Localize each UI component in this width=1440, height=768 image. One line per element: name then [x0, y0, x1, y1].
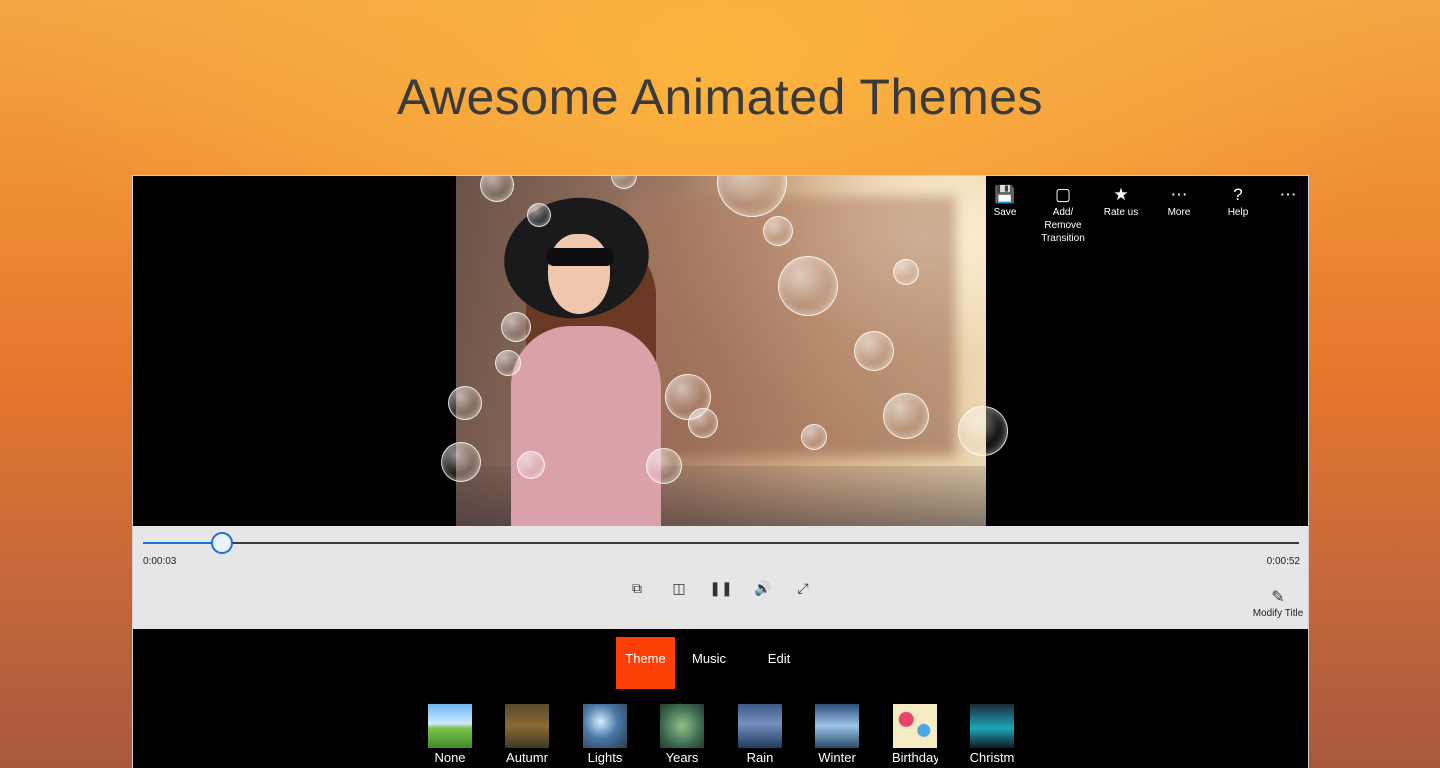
theme-thumbnail — [505, 704, 549, 748]
seek-slider[interactable] — [143, 532, 1299, 554]
theme-autumn[interactable]: Autumr — [504, 704, 550, 765]
bubble — [441, 442, 481, 482]
total-time: 0:00:52 — [1266, 556, 1300, 567]
bubble — [448, 386, 482, 420]
bubble — [646, 448, 682, 484]
bubble — [883, 393, 929, 439]
theme-winter[interactable]: Winter — [814, 704, 860, 765]
cast-icon[interactable]: ⧉ — [625, 576, 649, 600]
save-button[interactable]: 💾 Save — [976, 184, 1034, 219]
more-button[interactable]: ⋯ More — [1150, 184, 1208, 219]
tab-edit[interactable]: Edit — [759, 637, 799, 689]
overflow-icon: ⋯ — [1279, 185, 1297, 204]
bubble — [517, 451, 545, 479]
overflow-menu-button[interactable]: ⋯ — [1259, 184, 1308, 206]
headline: Awesome Animated Themes — [396, 69, 1044, 125]
bubble — [527, 203, 551, 227]
tab-music[interactable]: Music — [685, 637, 733, 689]
square-icon: ▢ — [1054, 185, 1072, 204]
rate-us-button[interactable]: ★ Rate us — [1092, 184, 1150, 219]
tab-theme[interactable]: Theme — [616, 637, 675, 689]
theme-years[interactable]: Years — [659, 704, 705, 765]
theme-none[interactable]: None — [427, 704, 473, 765]
bubble — [688, 408, 718, 438]
save-icon: 💾 — [994, 185, 1016, 204]
bubble — [495, 350, 521, 376]
add-remove-transition-button[interactable]: ▢ Add/ Remove Transition — [1034, 184, 1092, 245]
bubble — [958, 406, 1008, 456]
theme-thumbnail — [583, 704, 627, 748]
pause-icon[interactable]: ❚❚ — [709, 576, 733, 600]
bubble — [778, 256, 838, 316]
theme-rain[interactable]: Rain — [737, 704, 783, 765]
bubble — [801, 424, 827, 450]
bubble — [893, 259, 919, 285]
ellipsis-icon: ⋯ — [1170, 185, 1188, 204]
theme-thumbnail — [738, 704, 782, 748]
theme-thumbnail — [660, 704, 704, 748]
theme-lights[interactable]: Lights — [582, 704, 628, 765]
bubble — [501, 312, 531, 342]
current-time: 0:00:03 — [143, 556, 177, 567]
volume-icon[interactable]: 🔊 — [751, 576, 775, 600]
bubble — [854, 331, 894, 371]
theme-thumbnail — [428, 704, 472, 748]
playback-buttons: ⧉ ◫ ❚❚ 🔊 ⤢ — [625, 576, 815, 600]
star-icon: ★ — [1113, 185, 1129, 204]
fullscreen-icon[interactable]: ⤢ — [791, 576, 815, 600]
theme-panel: Theme Music Edit None Autumr Lights Year… — [133, 629, 1308, 768]
theme-thumbnail — [970, 704, 1014, 748]
theme-christmas[interactable]: Christm — [969, 704, 1015, 765]
theme-birthday[interactable]: Birthday — [892, 704, 938, 765]
app-window: 💾 Save ▢ Add/ Remove Transition ★ Rate u… — [132, 175, 1309, 768]
app-toolbar: 💾 Save ▢ Add/ Remove Transition ★ Rate u… — [988, 180, 1308, 260]
seek-thumb[interactable] — [210, 532, 233, 554]
modify-title-button[interactable]: ✎ Modify Title — [1248, 588, 1308, 619]
bubble — [763, 216, 793, 246]
pencil-icon: ✎ — [1271, 589, 1285, 606]
player-controls: 0:00:03 0:00:52 ⧉ ◫ ❚❚ 🔊 ⤢ ✎ Modify Titl… — [133, 526, 1308, 629]
theme-thumbnail — [893, 704, 937, 748]
theme-thumbnail — [815, 704, 859, 748]
trim-icon[interactable]: ◫ — [667, 576, 691, 600]
